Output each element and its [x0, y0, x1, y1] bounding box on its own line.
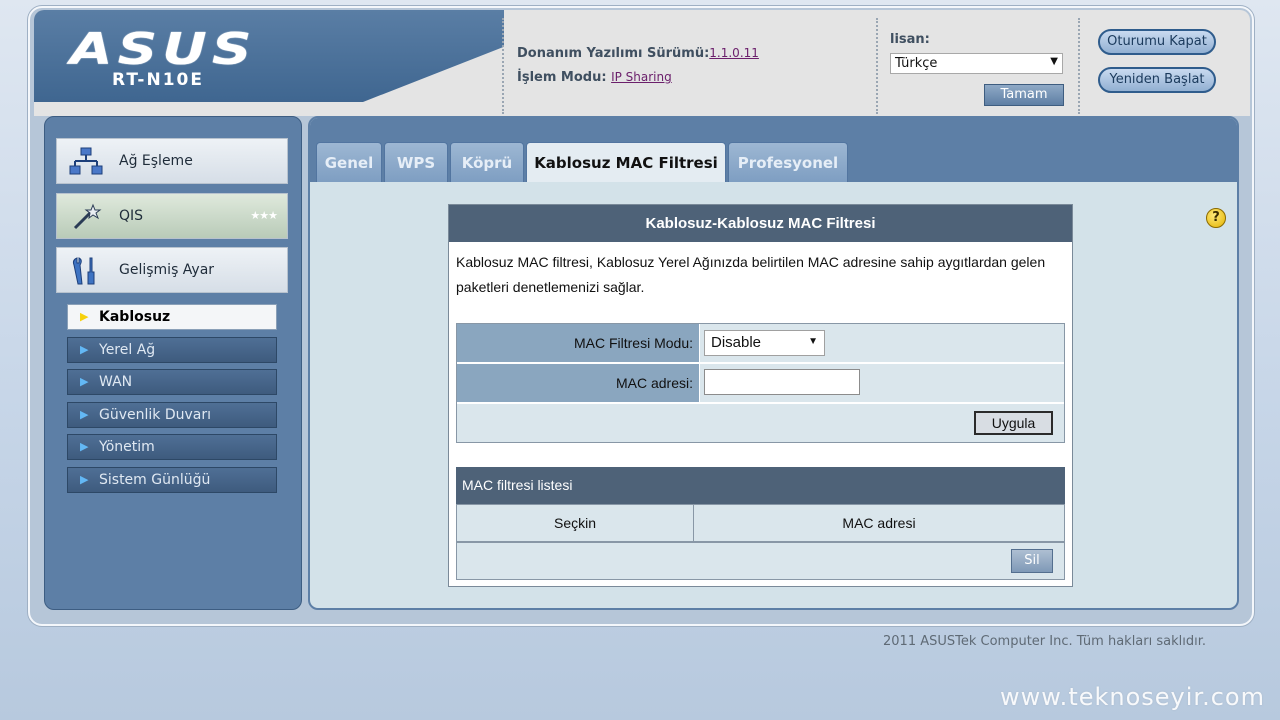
operation-mode-info: İşlem Modu: IP Sharing — [517, 70, 672, 85]
restart-button[interactable]: Yeniden Başlat — [1098, 67, 1216, 93]
watermark-text: www.teknoseyir.com — [1000, 683, 1265, 711]
sidebar-subitem-label: WAN — [99, 374, 133, 390]
mac-address-label: MAC adresi: — [457, 364, 699, 402]
language-label: lisan: — [890, 32, 930, 47]
firmware-version-link[interactable]: 1.1.0.11 — [709, 46, 759, 60]
sidebar-item-label: QIS — [119, 208, 144, 224]
page-title: Kablosuz-Kablosuz MAC Filtresi — [449, 205, 1072, 242]
tab-general[interactable]: Genel — [316, 142, 382, 182]
magic-wand-icon — [69, 202, 103, 232]
tab-bar: Genel WPS Köprü Kablosuz MAC Filtresi Pr… — [310, 118, 1237, 182]
mac-filter-mode-value: Disable — [711, 334, 762, 351]
column-header-mac-address: MAC adresi — [693, 504, 1065, 542]
copyright-text: 2011 ASUSTek Computer Inc. Tüm hakları s… — [883, 634, 1206, 649]
tools-icon — [69, 256, 103, 286]
sidebar-subitem-administration[interactable]: ▶ Yönetim — [67, 434, 277, 460]
tab-wps[interactable]: WPS — [384, 142, 448, 182]
sidebar-subitem-label: Yerel Ağ — [99, 342, 156, 358]
header-divider — [1078, 18, 1080, 114]
sidebar-subitem-label: Yönetim — [99, 439, 155, 455]
sidebar-item-network-map[interactable]: Ağ Eşleme — [56, 138, 288, 184]
sidebar-subitem-label: Güvenlik Duvarı — [99, 407, 211, 423]
play-arrow-icon: ▶ — [80, 343, 89, 356]
apply-row — [457, 404, 1064, 442]
tab-bridge[interactable]: Köprü — [450, 142, 524, 182]
sidebar-subitem-system-log[interactable]: ▶ Sistem Günlüğü — [67, 467, 277, 493]
sidebar-subitem-wireless[interactable]: ▶ Kablosuz — [67, 304, 277, 330]
operation-mode-link[interactable]: IP Sharing — [611, 70, 672, 84]
stars-icon: ★★★ — [250, 209, 278, 222]
play-arrow-icon: ▶ — [80, 440, 89, 453]
play-arrow-icon: ▶ — [80, 310, 89, 323]
firmware-info: Donanım Yazılımı Sürümü:1.1.0.11 — [517, 46, 759, 61]
logout-button[interactable]: Oturumu Kapat — [1098, 29, 1216, 55]
firmware-label: Donanım Yazılımı Sürümü: — [517, 46, 710, 61]
mac-filter-mode-select[interactable]: Disable ▼ — [704, 330, 825, 356]
sidebar-item-label: Gelişmiş Ayar — [119, 262, 215, 278]
mac-filter-mode-label: MAC Filtresi Modu: — [457, 324, 699, 362]
mac-address-input[interactable] — [704, 369, 860, 395]
asus-logo: ASUS — [70, 24, 257, 75]
sidebar-subitem-label: Sistem Günlüğü — [99, 472, 211, 488]
sidebar — [44, 116, 302, 610]
tab-wireless-mac-filter[interactable]: Kablosuz MAC Filtresi — [526, 142, 726, 182]
delete-row — [456, 542, 1065, 580]
sidebar-subitem-label: Kablosuz — [99, 309, 171, 325]
language-value: Türkçe — [895, 56, 938, 71]
language-select[interactable]: Türkçe ▼ — [890, 53, 1063, 74]
sidebar-item-label: Ağ Eşleme — [119, 153, 193, 169]
play-arrow-icon: ▶ — [80, 375, 89, 388]
chevron-down-icon: ▼ — [1050, 56, 1058, 67]
header-divider — [876, 18, 878, 114]
delete-button[interactable]: Sil — [1011, 549, 1053, 573]
chevron-down-icon: ▼ — [808, 336, 818, 347]
sidebar-item-qis[interactable]: QIS ★★★ — [56, 193, 288, 239]
language-ok-button[interactable]: Tamam — [984, 84, 1064, 106]
network-map-icon — [69, 147, 103, 177]
sidebar-subitem-firewall[interactable]: ▶ Güvenlik Duvarı — [67, 402, 277, 428]
apply-button[interactable]: Uygula — [974, 411, 1053, 435]
column-header-selected: Seçkin — [456, 504, 694, 542]
model-name: RT-N10E — [112, 70, 204, 90]
page-description: Kablosuz MAC filtresi, Kablosuz Yerel Ağ… — [456, 254, 1046, 295]
tab-professional[interactable]: Profesyonel — [728, 142, 848, 182]
operation-mode-label: İşlem Modu: — [517, 70, 607, 85]
sidebar-item-advanced-settings[interactable]: Gelişmiş Ayar — [56, 247, 288, 293]
play-arrow-icon: ▶ — [80, 408, 89, 421]
play-arrow-icon: ▶ — [80, 473, 89, 486]
header-divider — [502, 18, 504, 114]
mac-filter-list-header: MAC filtresi listesi — [456, 467, 1065, 504]
help-icon[interactable]: ? — [1206, 208, 1226, 228]
sidebar-subitem-wan[interactable]: ▶ WAN — [67, 369, 277, 395]
sidebar-subitem-lan[interactable]: ▶ Yerel Ağ — [67, 337, 277, 363]
